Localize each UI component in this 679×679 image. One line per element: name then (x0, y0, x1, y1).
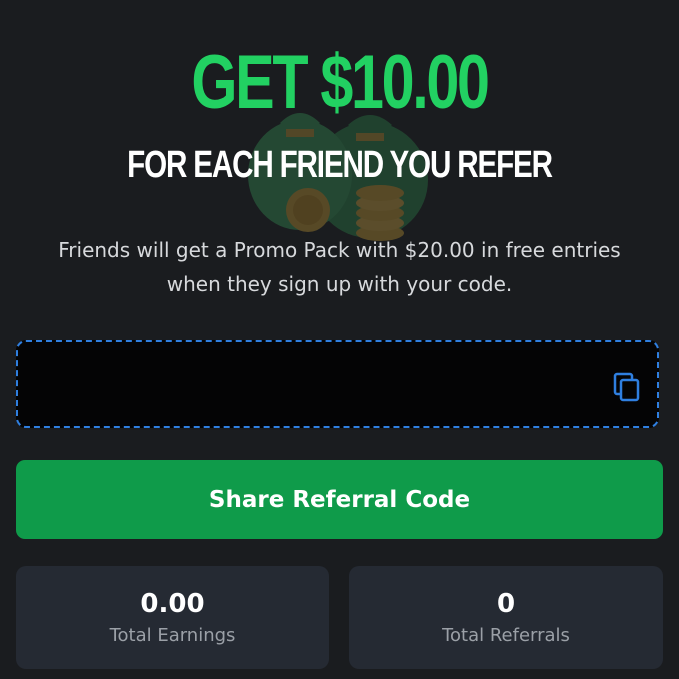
total-referrals-card: 0 Total Referrals (349, 566, 663, 669)
share-referral-code-button[interactable]: Share Referral Code (16, 460, 663, 539)
subheadline: FOR EACH FRIEND YOU REFER (127, 144, 553, 186)
copy-icon[interactable] (613, 372, 641, 402)
total-earnings-value: 0.00 (140, 589, 205, 619)
total-referrals-label: Total Referrals (442, 625, 570, 646)
headline: GET $10.00 (191, 40, 490, 125)
referral-page: GET $10.00 FOR EACH FRIEND YOU REFER Fri… (0, 0, 679, 679)
promo-description: Friends will get a Promo Pack with $20.0… (58, 238, 621, 296)
total-earnings-label: Total Earnings (109, 625, 236, 646)
referral-code-field[interactable] (16, 340, 659, 428)
total-earnings-card: 0.00 Total Earnings (16, 566, 329, 669)
total-referrals-value: 0 (496, 589, 516, 619)
